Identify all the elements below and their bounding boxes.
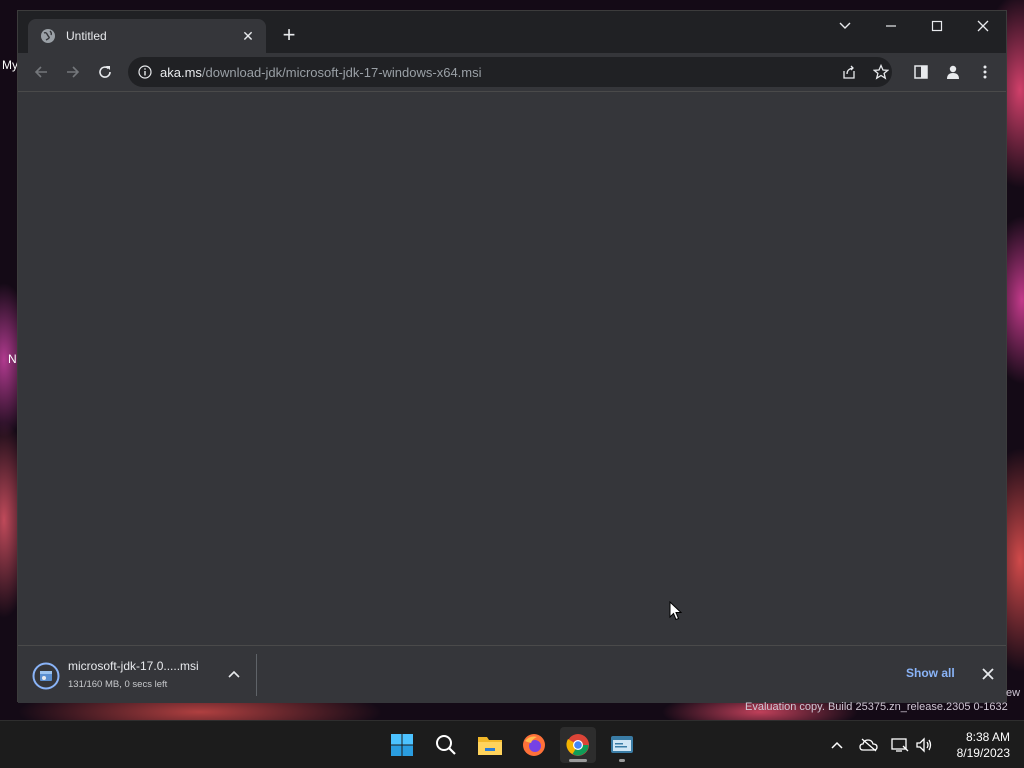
file-explorer-icon[interactable] bbox=[472, 727, 508, 763]
evaluation-watermark: Evaluation copy. Build 25375.zn_release.… bbox=[745, 701, 1008, 713]
browser-toolbar: aka.ms/download-jdk/microsoft-jdk-17-win… bbox=[18, 53, 1006, 91]
close-download-shelf-icon[interactable] bbox=[980, 666, 996, 682]
show-all-downloads-link[interactable]: Show all bbox=[906, 666, 955, 680]
network-icon[interactable] bbox=[890, 735, 910, 755]
download-shelf: microsoft-jdk-17.0.....msi 131/160 MB, 0… bbox=[18, 645, 1006, 703]
browser-window: Untitled ✕ + aka.ms/download-jdk/microso… bbox=[17, 10, 1007, 703]
url-path: /download-jdk/microsoft-jdk-17-windows-x… bbox=[201, 64, 482, 80]
clock-date: 8/19/2023 bbox=[956, 746, 1010, 760]
watermark-edge-text: ew bbox=[1006, 687, 1021, 699]
desktop-icon-label[interactable]: My bbox=[2, 58, 18, 72]
download-status: 131/160 MB, 0 secs left bbox=[68, 679, 168, 690]
url-text[interactable]: aka.ms/download-jdk/microsoft-jdk-17-win… bbox=[160, 65, 482, 80]
profile-icon[interactable] bbox=[942, 61, 964, 83]
menu-kebab-icon[interactable] bbox=[974, 61, 996, 83]
close-window-button[interactable] bbox=[968, 15, 998, 37]
tab-search-chevron-icon[interactable] bbox=[830, 15, 860, 37]
running-app-indicator bbox=[619, 759, 625, 762]
page-content-area bbox=[18, 91, 1006, 645]
tab-close-icon[interactable]: ✕ bbox=[240, 28, 256, 45]
back-arrow-icon[interactable] bbox=[30, 61, 52, 83]
side-panel-icon[interactable] bbox=[910, 61, 932, 83]
tab-untitled[interactable]: Untitled ✕ bbox=[28, 19, 266, 53]
installer-file-icon bbox=[32, 662, 60, 690]
reload-icon[interactable] bbox=[94, 61, 116, 83]
desktop-icon-label[interactable]: N bbox=[8, 352, 17, 366]
onedrive-offline-icon[interactable] bbox=[859, 735, 879, 755]
forward-arrow-icon[interactable] bbox=[62, 61, 84, 83]
mouse-cursor-icon bbox=[669, 601, 683, 621]
firefox-icon[interactable] bbox=[516, 727, 552, 763]
site-info-icon[interactable] bbox=[138, 65, 152, 79]
system-clock[interactable]: 8:38 AM 8/19/2023 bbox=[940, 729, 1010, 761]
globe-icon bbox=[41, 29, 55, 43]
clock-time: 8:38 AM bbox=[965, 730, 1010, 744]
tab-strip: Untitled ✕ + bbox=[18, 11, 1006, 53]
volume-icon[interactable] bbox=[914, 735, 934, 755]
address-bar[interactable]: aka.ms/download-jdk/microsoft-jdk-17-win… bbox=[128, 57, 892, 87]
download-filename: microsoft-jdk-17.0.....msi bbox=[68, 659, 199, 673]
share-icon[interactable] bbox=[838, 61, 860, 83]
download-divider bbox=[256, 654, 257, 696]
chrome-icon[interactable] bbox=[560, 727, 596, 763]
terminal-icon[interactable] bbox=[604, 727, 640, 763]
url-host: aka.ms bbox=[160, 64, 202, 80]
bookmark-star-icon[interactable] bbox=[870, 61, 892, 83]
chevron-up-icon[interactable] bbox=[227, 668, 241, 682]
search-icon[interactable] bbox=[428, 727, 464, 763]
minimize-button[interactable] bbox=[876, 15, 906, 37]
start-icon[interactable] bbox=[384, 727, 420, 763]
new-tab-button[interactable]: + bbox=[278, 24, 300, 47]
tab-title: Untitled bbox=[66, 29, 107, 43]
show-hidden-icons-chevron-icon[interactable] bbox=[827, 735, 847, 755]
download-item[interactable]: microsoft-jdk-17.0.....msi 131/160 MB, 0… bbox=[32, 654, 256, 696]
taskbar: 8:38 AM 8/19/2023 bbox=[0, 720, 1024, 768]
active-app-indicator bbox=[569, 759, 587, 762]
maximize-button[interactable] bbox=[922, 15, 952, 37]
